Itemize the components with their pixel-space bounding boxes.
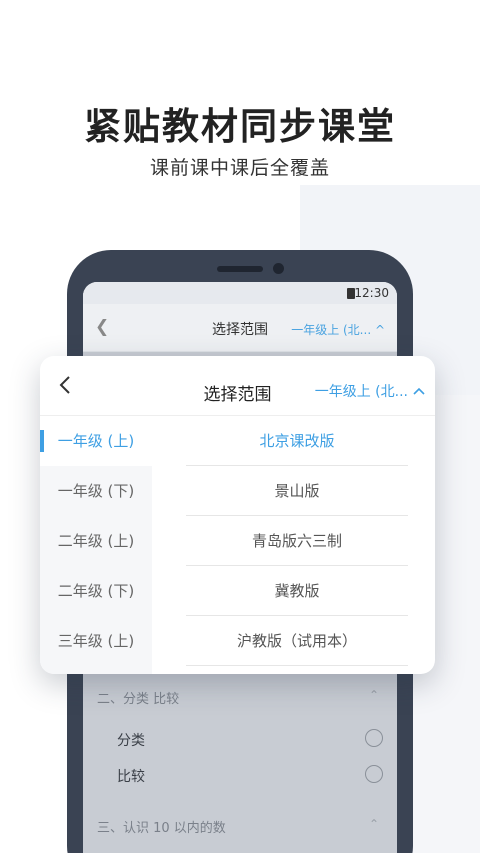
popup-header: 选择范围 一年级上 (北... [40, 356, 435, 416]
edition-list: 北京课改版 景山版 青岛版六三制 冀教版 沪教版（试用本） [152, 416, 435, 674]
screen-nav-bar: ❮ 选择范围 一年级上 (北... ^ [83, 304, 397, 352]
grade-label: 一年级 (上) [57, 432, 135, 450]
selected-indicator [40, 430, 44, 452]
status-bar: 12:30 [83, 282, 397, 304]
radio-button[interactable] [365, 765, 383, 783]
grade-label: 二年级 (下) [57, 582, 135, 600]
grade-item[interactable]: 三年级 (上) [40, 616, 152, 666]
grade-item[interactable]: 二年级 (下) [40, 566, 152, 616]
section-header[interactable]: 三、认识 10 以内的数 [97, 817, 226, 836]
edition-item[interactable]: 景山版 [186, 466, 408, 516]
grade-item[interactable]: 一年级 (下) [40, 466, 152, 516]
phone-speaker [217, 266, 263, 272]
phone-camera [273, 263, 284, 274]
lesson-item[interactable]: 分类 [117, 730, 145, 750]
grade-label: 三年级 (上) [57, 632, 135, 650]
section-header[interactable]: 二、分类 比较 [97, 688, 179, 707]
grade-label: 一年级 (下) [57, 482, 135, 500]
grade-item[interactable]: 二年级 (上) [40, 516, 152, 566]
chevron-up-icon[interactable]: ⌃ [369, 688, 379, 702]
chevron-up-icon[interactable]: ⌃ [369, 817, 379, 831]
range-picker-popup: 选择范围 一年级上 (北... 一年级 (上) 一年级 (下) 二年级 (上) … [40, 356, 435, 674]
edition-item[interactable]: 沪教版（试用本） [186, 616, 408, 666]
edition-item[interactable]: 冀教版 [186, 566, 408, 616]
grade-list: 一年级 (上) 一年级 (下) 二年级 (上) 二年级 (下) 三年级 (上) [40, 416, 152, 674]
lesson-item[interactable]: 比较 [117, 766, 145, 786]
screen-grade-selector[interactable]: 一年级上 (北... ^ [291, 321, 385, 338]
chevron-up-icon [413, 387, 425, 395]
edition-item-selected[interactable]: 北京课改版 [186, 416, 408, 466]
promo-headline: 紧贴教材同步课堂 [84, 105, 396, 148]
promo-subline: 课前课中课后全覆盖 [149, 157, 330, 179]
edition-item[interactable]: 青岛版六三制 [186, 516, 408, 566]
radio-button[interactable] [365, 729, 383, 747]
status-time: 12:30 [354, 286, 389, 300]
grade-label: 二年级 (上) [57, 532, 135, 550]
grade-selector-label: 一年级上 (北... [314, 384, 408, 400]
grade-item-selected[interactable]: 一年级 (上) [40, 416, 152, 466]
popup-grade-selector[interactable]: 一年级上 (北... [315, 381, 425, 401]
